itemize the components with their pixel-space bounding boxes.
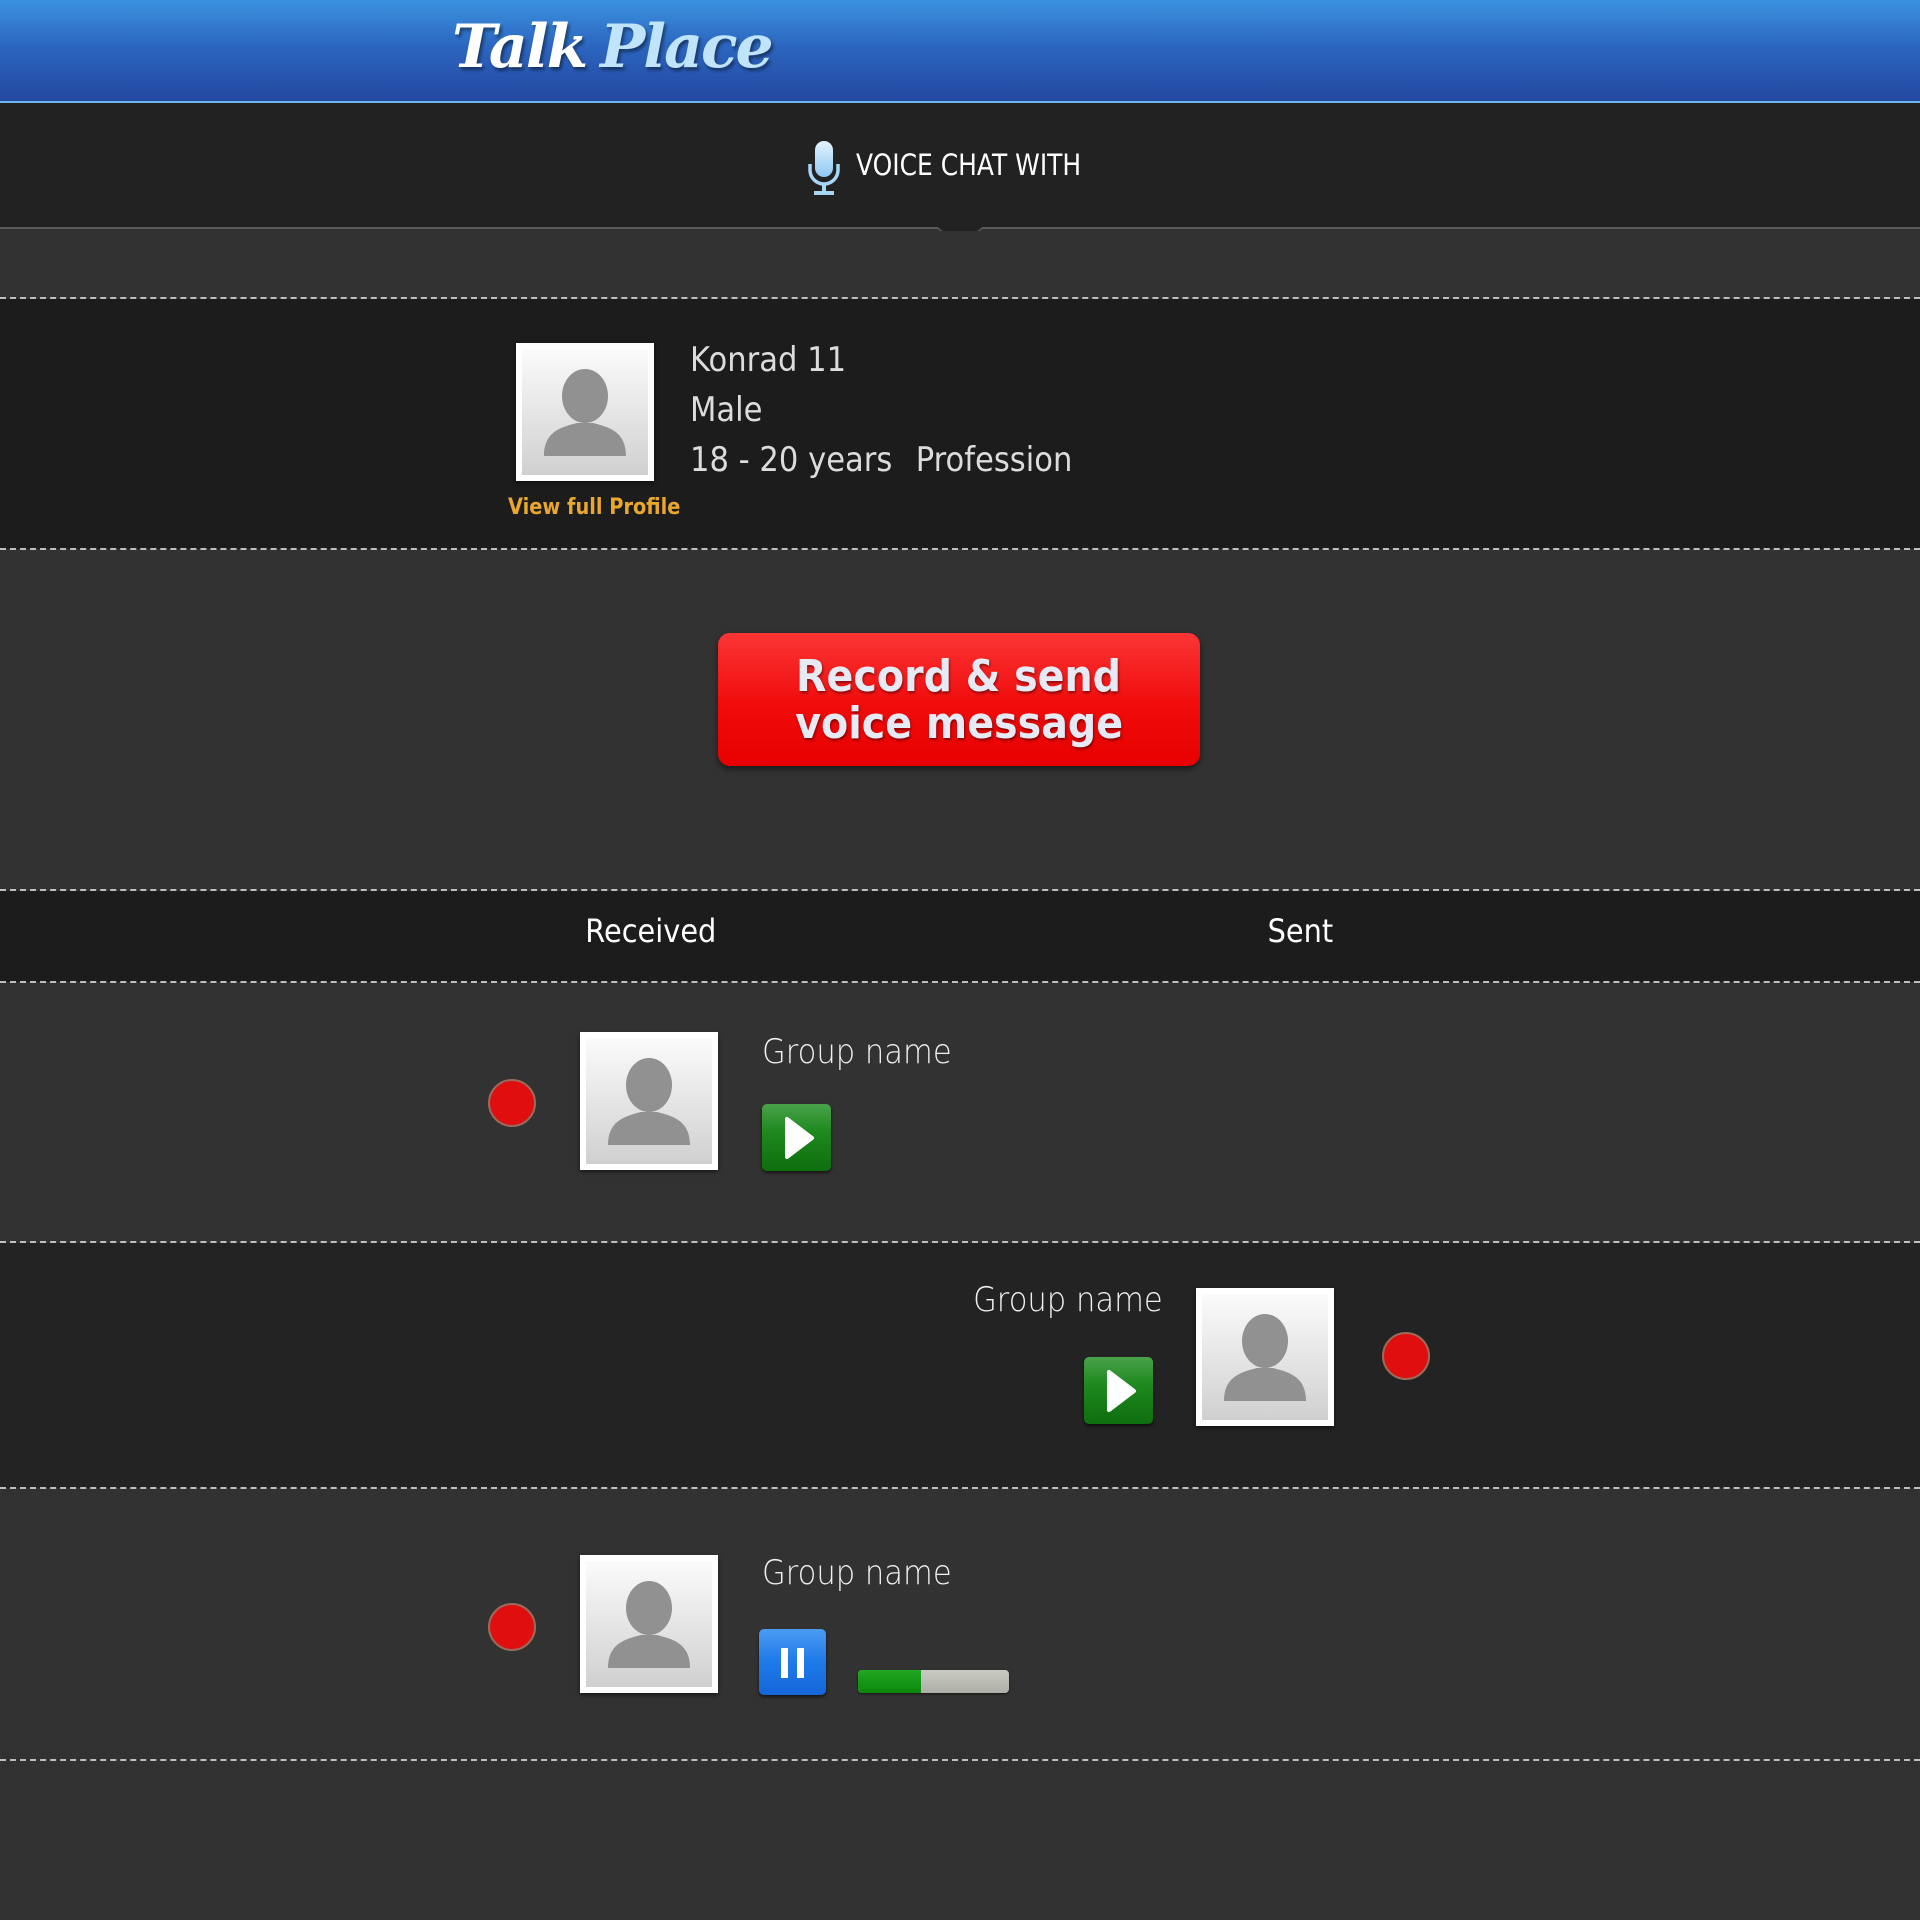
message-group-name: Group name bbox=[762, 1032, 952, 1072]
unread-dot-icon bbox=[1382, 1332, 1430, 1380]
profile-age: 18 - 20 years bbox=[690, 440, 893, 480]
pause-button[interactable] bbox=[759, 1629, 826, 1695]
profile-avatar[interactable] bbox=[516, 343, 654, 481]
divider bbox=[0, 1759, 1920, 1761]
app-header: Talk Place bbox=[0, 0, 1920, 103]
user-placeholder-icon bbox=[608, 1581, 690, 1668]
user-placeholder-icon bbox=[1224, 1314, 1306, 1401]
user-placeholder-icon bbox=[608, 1058, 690, 1145]
record-button-line2: voice message bbox=[795, 697, 1123, 749]
playback-progress-fill bbox=[858, 1670, 922, 1693]
logo-text-talk: Talk bbox=[452, 12, 588, 82]
message-row bbox=[0, 1243, 1920, 1488]
playback-progress-bar[interactable] bbox=[858, 1670, 1009, 1693]
unread-dot-icon bbox=[488, 1603, 536, 1651]
spacer-band bbox=[0, 231, 1920, 298]
profile-gender: Male bbox=[690, 390, 763, 430]
message-group-name: Group name bbox=[762, 1553, 952, 1593]
voice-chat-title: VOICE CHAT WITH bbox=[856, 148, 1082, 182]
microphone-icon bbox=[808, 141, 840, 195]
play-button[interactable] bbox=[762, 1104, 831, 1171]
unread-dot-icon bbox=[488, 1079, 536, 1127]
message-group-name: Group name bbox=[973, 1280, 1163, 1320]
message-avatar[interactable] bbox=[580, 1032, 718, 1170]
play-icon bbox=[785, 1117, 814, 1159]
play-button[interactable] bbox=[1084, 1357, 1153, 1424]
message-avatar[interactable] bbox=[580, 1555, 718, 1693]
profile-age-profession: 18 - 20 years Profession bbox=[690, 440, 1072, 480]
profile-section bbox=[0, 299, 1920, 549]
profile-profession: Profession bbox=[915, 440, 1073, 480]
talk-place-logo[interactable]: Talk Place bbox=[452, 12, 774, 82]
message-row bbox=[0, 983, 1920, 1242]
view-full-profile-link[interactable]: View full Profile bbox=[508, 495, 680, 520]
pause-icon bbox=[781, 1648, 804, 1678]
received-column-header[interactable]: Received bbox=[585, 912, 716, 950]
sent-column-header[interactable]: Sent bbox=[1268, 912, 1334, 950]
profile-name: Konrad 11 bbox=[690, 340, 847, 380]
message-row bbox=[0, 1489, 1920, 1760]
logo-text-place: Place bbox=[600, 12, 773, 82]
messages-header bbox=[0, 891, 1920, 982]
record-send-voice-message-button[interactable]: Record & send voice message bbox=[718, 633, 1200, 766]
message-avatar[interactable] bbox=[1196, 1288, 1334, 1426]
user-placeholder-icon bbox=[544, 369, 626, 456]
record-button-line1: Record & send bbox=[796, 650, 1122, 702]
play-icon bbox=[1107, 1370, 1136, 1412]
